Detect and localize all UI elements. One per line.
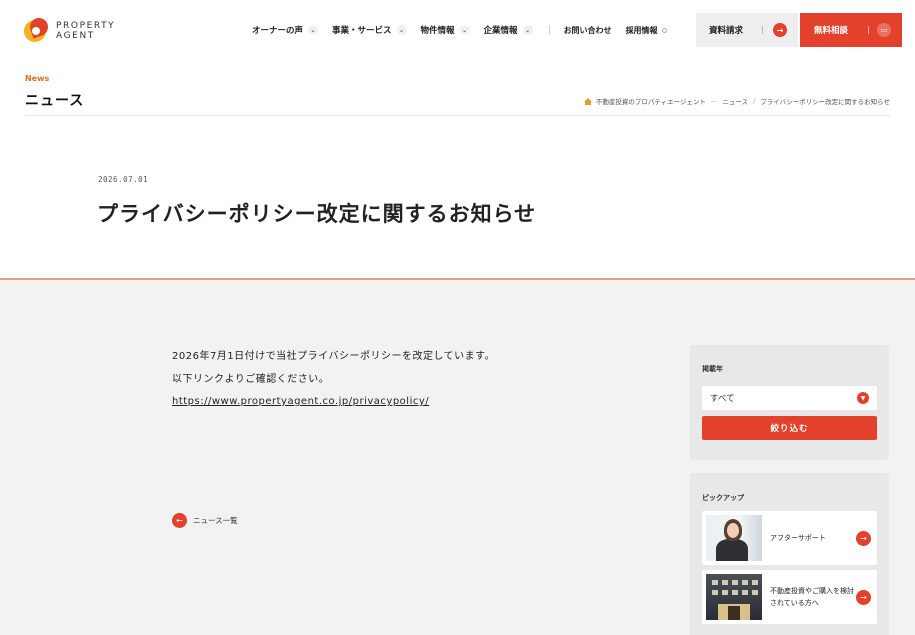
- nav-item-properties[interactable]: 物件情報 ⌄: [421, 24, 470, 36]
- page-heading-section: News ニュース 不動産投資のプロパティエージェント — ニュース / プライ…: [0, 64, 915, 280]
- arrow-right-icon: →: [856, 590, 871, 605]
- free-consultation-button[interactable]: 無料相談 ▭: [800, 13, 902, 47]
- external-link-icon: [661, 27, 667, 33]
- nav-label: 採用情報: [625, 25, 658, 35]
- nav-label: オーナーの声: [252, 26, 304, 36]
- breadcrumb-current: プライバシーポリシー改定に関するお知らせ: [760, 98, 890, 106]
- back-label: ニュース一覧: [193, 516, 238, 525]
- site-header: PROPERTY AGENT オーナーの声 ⌄ 事業・サービス ⌄ 物件情報 ⌄…: [0, 0, 915, 64]
- privacy-policy-link[interactable]: https://www.propertyagent.co.jp/privacyp…: [172, 396, 429, 407]
- button-divider: [762, 26, 763, 34]
- divider: [25, 115, 890, 116]
- pickup-panel: ピックアップ アフターサポート → 不動産投資やご購入を検討されている方へ →: [690, 473, 889, 635]
- chevron-down-icon: ⌄: [396, 25, 407, 35]
- nav-item-recruit[interactable]: 採用情報: [626, 25, 667, 36]
- main-nav: オーナーの声 ⌄ 事業・サービス ⌄ 物件情報 ⌄ 企業情報 ⌄ お問い合わせ …: [252, 24, 681, 36]
- logo[interactable]: PROPERTY AGENT: [24, 15, 115, 44]
- logo-line1: PROPERTY: [56, 21, 116, 31]
- post-date: 2026.07.01: [98, 175, 149, 184]
- breadcrumb-separator: —: [710, 97, 718, 105]
- building-photo: [706, 574, 762, 620]
- chevron-down-icon: ⌄: [522, 25, 533, 35]
- year-select-value: すべて: [710, 394, 735, 404]
- request-documents-label: 資料請求: [709, 26, 744, 36]
- nav-item-owner-voice[interactable]: オーナーの声 ⌄: [252, 24, 319, 36]
- breadcrumb: 不動産投資のプロパティエージェント — ニュース / プライバシーポリシー改定に…: [583, 96, 890, 106]
- chevron-down-icon: ▼: [857, 392, 869, 404]
- button-divider: [868, 26, 869, 34]
- breadcrumb-separator: /: [753, 97, 756, 105]
- filter-button[interactable]: 絞り込む: [702, 416, 877, 440]
- free-consultation-label: 無料相談: [814, 26, 849, 36]
- home-icon: [583, 97, 592, 105]
- chevron-down-icon: ⌄: [308, 25, 319, 35]
- article-text: 以下リンクよりご確認ください。: [172, 373, 330, 385]
- nav-label: 企業情報: [483, 26, 518, 36]
- request-documents-button[interactable]: 資料請求 →: [696, 13, 798, 47]
- pickup-label: ピックアップ: [702, 494, 744, 502]
- breadcrumb-home[interactable]: 不動産投資のプロパティエージェント: [596, 96, 706, 106]
- nav-item-company[interactable]: 企業情報 ⌄: [484, 24, 533, 36]
- nav-item-contact[interactable]: お問い合わせ: [564, 25, 612, 36]
- logo-mark-icon: [24, 15, 51, 44]
- nav-label: 物件情報: [420, 26, 455, 36]
- pickup-card-label: 不動産投資やご購入を検討されている方へ: [770, 587, 854, 607]
- arrow-right-icon: →: [773, 23, 787, 37]
- logo-text: PROPERTY AGENT: [56, 21, 115, 41]
- support-woman-photo: [706, 515, 762, 561]
- nav-divider: [548, 25, 550, 35]
- chevron-down-icon: ⌄: [459, 25, 470, 35]
- year-select[interactable]: すべて ▼: [702, 386, 877, 410]
- back-to-news-list[interactable]: ← ニュース一覧: [172, 513, 238, 528]
- pickup-card-label: アフターサポート: [770, 534, 826, 542]
- section-title: ニュース: [25, 93, 85, 109]
- post-title: プライバシーポリシー改定に関するお知らせ: [97, 202, 537, 226]
- filter-label: 掲載年: [702, 365, 723, 373]
- arrow-left-icon: ←: [172, 513, 187, 528]
- nav-item-services[interactable]: 事業・サービス ⌄: [332, 24, 407, 36]
- nav-label: 事業・サービス: [332, 26, 392, 36]
- chat-icon: ▭: [877, 23, 891, 37]
- arrow-right-icon: →: [856, 531, 871, 546]
- year-filter-panel: 掲載年 すべて ▼ 絞り込む: [690, 345, 889, 460]
- pickup-card-investment[interactable]: 不動産投資やご購入を検討されている方へ →: [702, 570, 877, 624]
- article-body: 2026年7月1日付けで当社プライバシーポリシーを改定しています。 以下リンクよ…: [172, 346, 495, 414]
- article-text: 2026年7月1日付けで当社プライバシーポリシーを改定しています。: [172, 351, 496, 362]
- section-label-en: News: [25, 74, 50, 83]
- breadcrumb-news[interactable]: ニュース: [722, 96, 748, 106]
- pickup-card-after-support[interactable]: アフターサポート →: [702, 511, 877, 565]
- nav-label: お問い合わせ: [563, 25, 612, 35]
- logo-line2: AGENT: [56, 31, 95, 41]
